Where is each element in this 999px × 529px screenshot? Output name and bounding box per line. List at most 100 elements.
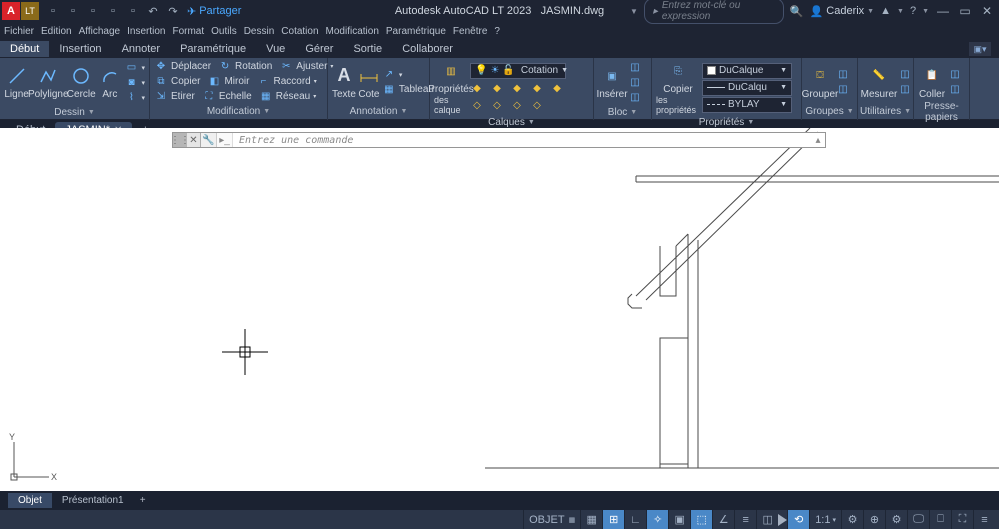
status-workspace-icon[interactable]: ⚙ — [885, 510, 907, 529]
status-grid-icon[interactable]: ▦ — [580, 510, 602, 529]
command-line[interactable]: ⋮⋮ ✕ 🔧 ▸_ Entrez une commande ▴ — [172, 132, 826, 148]
close-button[interactable]: ✕ — [979, 3, 995, 19]
leader-icon[interactable]: ↗ — [382, 68, 396, 82]
util-icon2[interactable]: ◫ — [898, 83, 912, 97]
search-input[interactable]: ▸ Entrez mot-clé ou expression — [644, 0, 784, 24]
ligne-button[interactable]: Ligne — [4, 65, 29, 100]
cote-button[interactable]: Cote — [358, 65, 380, 100]
cmdline-grip[interactable]: ⋮⋮ — [173, 133, 187, 147]
mirror-icon[interactable]: ◧ — [207, 75, 221, 89]
etirer-button[interactable]: Etirer — [171, 91, 195, 102]
status-gear-icon[interactable]: ⚙ — [841, 510, 863, 529]
autodesk-icon[interactable]: ▲ — [880, 5, 891, 17]
status-annotation-icon[interactable]: ⊕ — [863, 510, 885, 529]
status-monitor-icon[interactable]: 🖵 — [907, 510, 929, 529]
tab-sortie[interactable]: Sortie — [343, 41, 392, 57]
add-layout-button[interactable]: + — [134, 495, 152, 506]
layouttab-objet[interactable]: Objet — [8, 493, 52, 508]
grouper-button[interactable]: ⛋ Grouper — [806, 65, 834, 100]
status-iso-icon[interactable]: ▣ — [668, 510, 690, 529]
open-icon[interactable]: ▫ — [65, 3, 81, 19]
layer-combo[interactable]: 💡 ☀ 🔓 Cotation ▼ — [470, 63, 566, 79]
move-icon[interactable]: ✥ — [154, 60, 168, 74]
texte-button[interactable]: A Texte — [332, 65, 356, 100]
status-snap-icon[interactable]: ⊞ — [602, 510, 624, 529]
undo-icon[interactable]: ↶ — [145, 3, 161, 19]
fillet-icon[interactable]: ⌐ — [256, 75, 270, 89]
redo-icon[interactable]: ↷ — [165, 3, 181, 19]
ajuster-button[interactable]: Ajuster — [296, 61, 327, 72]
menu-dessin[interactable]: Dessin — [244, 26, 275, 37]
plot-icon[interactable]: ▫ — [125, 3, 141, 19]
tab-debut[interactable]: Début — [0, 41, 49, 57]
status-polar-icon[interactable]: ✧ — [646, 510, 668, 529]
layer-icon4[interactable]: ◆ — [530, 81, 544, 95]
cmdline-history-icon[interactable]: ▴ — [811, 135, 825, 146]
bloc-icon2[interactable]: ◫ — [628, 76, 642, 90]
tab-gerer[interactable]: Gérer — [295, 41, 343, 57]
stretch-icon[interactable]: ⇲ — [154, 90, 168, 104]
status-cycling-icon[interactable]: ⟲ — [787, 510, 809, 529]
bloc-icon1[interactable]: ◫ — [628, 61, 642, 75]
menu-fichier[interactable]: Fichier — [4, 26, 34, 37]
layer-icon6[interactable]: ◇ — [470, 98, 484, 112]
polyligne-button[interactable]: Polyligne — [31, 65, 65, 100]
clip-icon2[interactable]: ◫ — [948, 83, 962, 97]
menu-modification[interactable]: Modification — [326, 26, 379, 37]
rotation-button[interactable]: Rotation — [235, 61, 272, 72]
status-osnap-icon[interactable]: ⬚ — [690, 510, 712, 529]
rect-icon[interactable]: ▭ — [124, 61, 138, 75]
status-otrack-icon[interactable]: ∠ — [712, 510, 734, 529]
arc-button[interactable]: Arc — [97, 65, 122, 100]
share-button[interactable]: ✈ Partager — [187, 5, 241, 18]
layer-icon5[interactable]: ◆ — [550, 81, 564, 95]
echelle-button[interactable]: Echelle — [219, 91, 252, 102]
user-menu[interactable]: 👤 Caderix ▼ — [810, 5, 875, 18]
layer-icon8[interactable]: ◇ — [510, 98, 524, 112]
cmdline-input[interactable]: Entrez une commande — [233, 135, 811, 146]
panel-title-modification[interactable]: Modification▼ — [150, 104, 327, 120]
menu-fenetre[interactable]: Fenêtre — [453, 26, 487, 37]
new-icon[interactable]: ▫ — [45, 3, 61, 19]
color-combo[interactable]: DuCalque ▼ — [702, 63, 792, 79]
hatch-icon[interactable]: ◙ — [124, 76, 138, 90]
table-icon[interactable]: ▦ — [382, 83, 396, 97]
panel-title-groupes[interactable]: Groupes▼ — [802, 104, 857, 120]
layer-icon3[interactable]: ◆ — [510, 81, 524, 95]
search-icon[interactable]: 🔍 — [790, 5, 804, 18]
status-ortho-icon[interactable]: ∟ — [624, 510, 646, 529]
menu-format[interactable]: Format — [172, 26, 204, 37]
menu-parametrique[interactable]: Paramétrique — [386, 26, 446, 37]
help-icon[interactable]: ? — [910, 5, 916, 17]
group-icon1[interactable]: ◫ — [836, 68, 850, 82]
linetype-combo[interactable]: BYLAY ▼ — [702, 97, 792, 113]
deplacer-button[interactable]: Déplacer — [171, 61, 211, 72]
proprietes-calque-button[interactable]: ▥ Propriétés des calque — [434, 60, 468, 115]
util-icon1[interactable]: ◫ — [898, 68, 912, 82]
tab-parametrique[interactable]: Paramétrique — [170, 41, 256, 57]
ribbon-options-icon[interactable]: ▣▾ — [969, 42, 991, 56]
copier-proprietes-button[interactable]: ⎘ Copier les propriétés — [656, 60, 700, 115]
menu-cotation[interactable]: Cotation — [281, 26, 318, 37]
array-icon[interactable]: ▦ — [259, 90, 273, 104]
coller-button[interactable]: 📋 Coller — [918, 65, 946, 100]
copier-button[interactable]: Copier — [171, 76, 200, 87]
trim-icon[interactable]: ✂ — [279, 60, 293, 74]
layer-icon2[interactable]: ◆ — [490, 81, 504, 95]
panel-title-bloc[interactable]: Bloc▼ — [594, 105, 651, 121]
drawing-canvas[interactable]: Y X — [0, 128, 999, 491]
layouttab-pres1[interactable]: Présentation1 — [52, 493, 134, 508]
layer-icon9[interactable]: ◇ — [530, 98, 544, 112]
status-units-icon[interactable]: ⎕ — [929, 510, 951, 529]
status-transparency-icon[interactable]: ◫ — [756, 510, 778, 529]
status-scale[interactable]: 1:1▾ — [809, 510, 841, 529]
minimize-button[interactable]: — — [935, 3, 951, 19]
tab-insertion[interactable]: Insertion — [49, 41, 111, 57]
tab-vue[interactable]: Vue — [256, 41, 295, 57]
inserer-button[interactable]: ▣ Insérer — [598, 65, 626, 100]
status-lineweight-icon[interactable]: ≡ — [734, 510, 756, 529]
status-customize-icon[interactable]: ≡ — [973, 510, 995, 529]
panel-title-dessin[interactable]: Dessin▼ — [0, 105, 149, 121]
rotate-icon[interactable]: ↻ — [218, 60, 232, 74]
saveas-icon[interactable]: ▫ — [105, 3, 121, 19]
